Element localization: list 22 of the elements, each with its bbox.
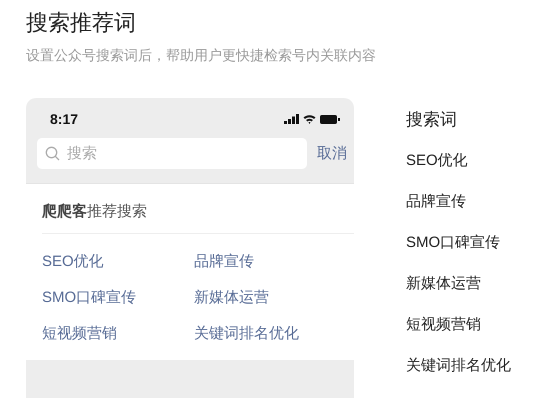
keyword-item: 关键词排名优化: [406, 356, 511, 376]
keyword-item: 短视频营销: [406, 315, 482, 335]
keyword-link[interactable]: 短视频营销: [42, 323, 194, 345]
keyword-item: 新媒体运营: [406, 274, 482, 294]
search-field[interactable]: 搜索: [37, 138, 307, 169]
list-title: 搜索词: [406, 109, 458, 131]
section-title: 爬爬客推荐搜索: [42, 184, 354, 234]
page-subtitle: 设置公众号搜索词后，帮助用户更快捷检索号内关联内容: [26, 46, 377, 64]
cancel-button[interactable]: 取消: [317, 144, 347, 163]
keyword-link[interactable]: 品牌宣传: [194, 251, 354, 273]
keyword-item: SEO优化: [406, 151, 469, 171]
keyword-link[interactable]: 新媒体运营: [194, 287, 354, 309]
keyword-item: 品牌宣传: [406, 192, 467, 212]
keyword-item: SMO口碑宣传: [406, 233, 502, 253]
battery-icon: [320, 114, 340, 124]
keyword-link[interactable]: SMO口碑宣传: [42, 287, 194, 309]
keyword-link[interactable]: 关键词排名优化: [194, 323, 354, 345]
signal-icon: [284, 114, 299, 124]
page-title: 搜索推荐词: [26, 9, 137, 37]
wifi-icon: [303, 114, 316, 124]
status-time: 8:17: [50, 111, 78, 127]
keyword-link[interactable]: SEO优化: [42, 251, 194, 273]
